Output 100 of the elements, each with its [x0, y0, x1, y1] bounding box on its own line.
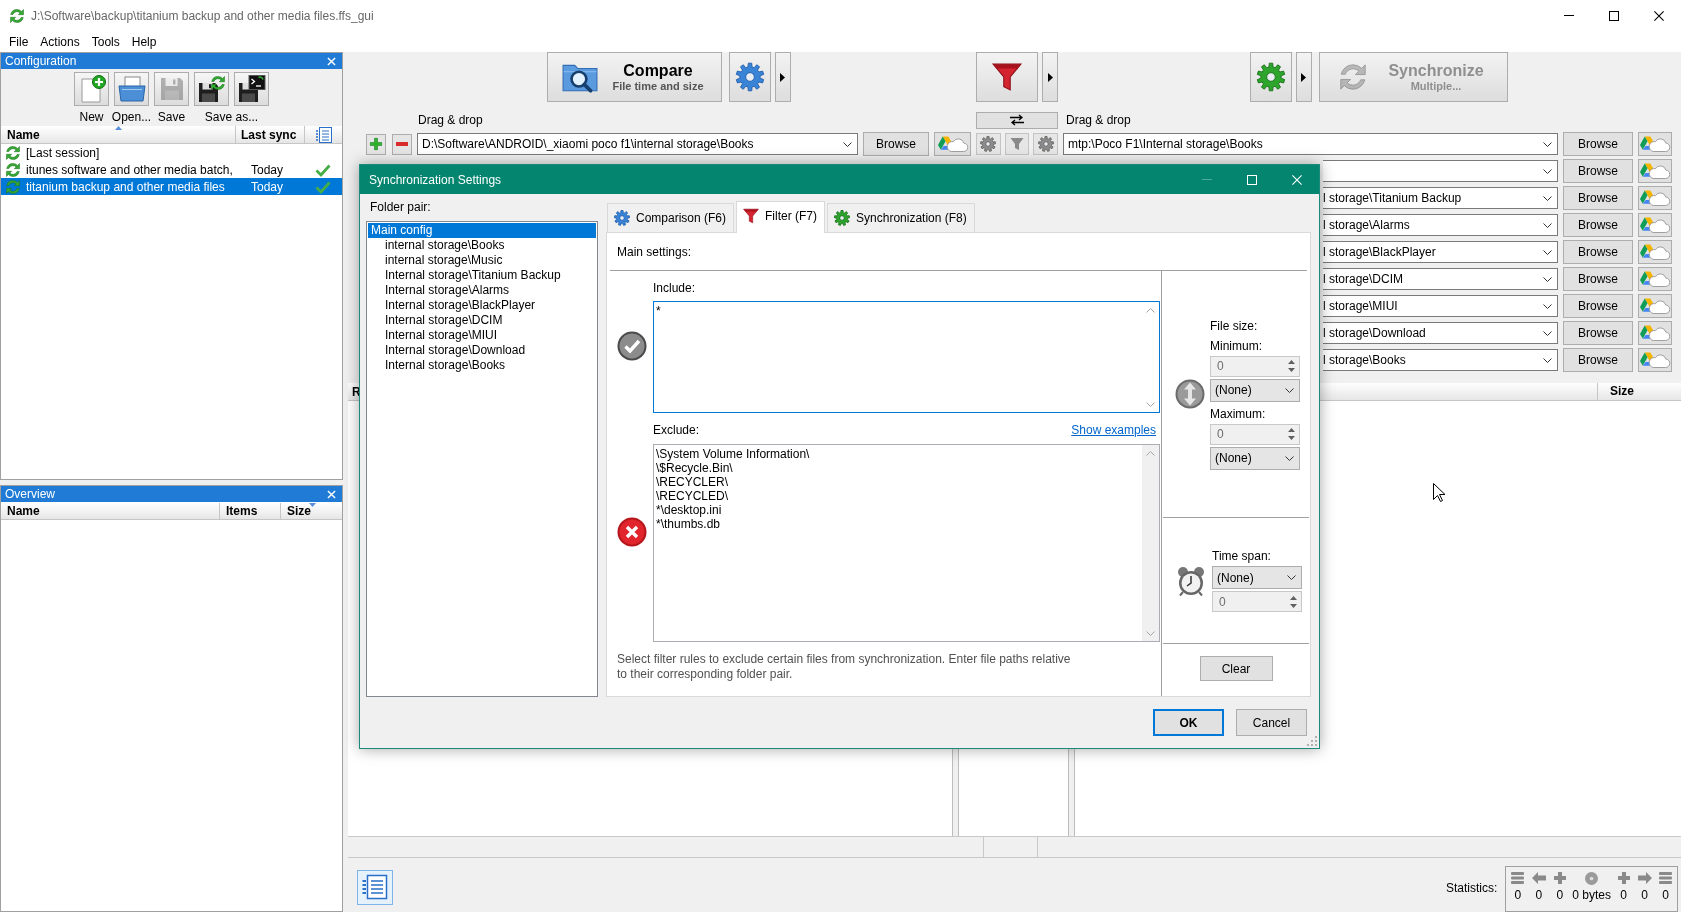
clear-button[interactable]: Clear [1199, 656, 1273, 681]
settings-button[interactable] [1033, 133, 1058, 155]
browse-button[interactable]: Browse [1563, 159, 1633, 183]
cloud-button[interactable] [1638, 186, 1672, 210]
browse-button[interactable]: Browse [863, 132, 929, 156]
compare-button[interactable]: Compare File time and size [546, 52, 722, 102]
folder-pair-item[interactable]: internal storage\Books [382, 238, 596, 253]
column-header[interactable]: Name [1, 126, 236, 143]
path-dropdown[interactable]: l storage\BlackPlayer [1323, 241, 1558, 263]
column-header[interactable]: Size [1597, 383, 1681, 400]
cloud-button[interactable] [1638, 267, 1672, 291]
path-dropdown[interactable]: D:\Software\ANDROID\_xiaomi poco f1\internal storage\Books [417, 133, 858, 155]
path-dropdown[interactable]: l storage\Books [1323, 349, 1558, 371]
alarm-clock-icon [1176, 565, 1206, 596]
toolbar-button[interactable] [194, 72, 229, 106]
view-button[interactable] [357, 869, 393, 905]
statistic-value: 0 [1641, 888, 1648, 903]
tab[interactable]: Filter (F7) [736, 201, 826, 233]
cloud-button[interactable] [1638, 132, 1672, 156]
browse-button[interactable]: Browse [1563, 348, 1633, 372]
settings-button[interactable] [1249, 52, 1292, 102]
statistics-label: Statistics: [1445, 881, 1498, 895]
column-header[interactable]: Size [281, 503, 342, 519]
cloud-button[interactable] [1638, 321, 1672, 345]
column-header[interactable]: Name [1, 503, 220, 519]
close-icon [327, 489, 336, 499]
swap-sides-button[interactable] [976, 111, 1058, 129]
path-dropdown[interactable]: mtp:\Poco F1\Internal storage\Books [1063, 133, 1558, 155]
path-dropdown[interactable]: l storage\MIUI [1323, 295, 1558, 317]
column-header[interactable]: Last sync [236, 126, 305, 143]
browse-button[interactable]: Browse [1563, 267, 1633, 291]
folder-pair-item[interactable]: Internal storage\Titanium Backup [382, 268, 596, 283]
cloud-button[interactable] [1638, 294, 1672, 318]
dropdown-button[interactable] [1042, 52, 1058, 102]
unit-dropdown[interactable]: (None) [1210, 446, 1300, 470]
cloud-icon [1640, 351, 1670, 369]
toolbar-label: Open... [111, 110, 152, 125]
cloud-icon [1640, 243, 1670, 261]
drag-drop-label: Drag & drop [1065, 113, 1132, 127]
dialog-button[interactable]: OK [1153, 709, 1224, 736]
folder-pair-item[interactable]: Internal storage\Download [382, 343, 596, 358]
minimum-label: Minimum: [1210, 338, 1263, 354]
close-button[interactable] [326, 488, 337, 500]
cloud-button[interactable] [1638, 240, 1672, 264]
config-list-item[interactable]: titanium backup and other media files Today [1, 178, 342, 195]
folder-pair-item[interactable]: Internal storage\DCIM [382, 313, 596, 328]
menu-item[interactable]: Help [125, 34, 163, 49]
folder-pair-item[interactable]: internal storage\Music [382, 253, 596, 268]
folder-pair-item[interactable]: Internal storage\BlackPlayer [382, 298, 596, 313]
menu-item[interactable]: Tools [85, 34, 126, 49]
menu-item[interactable]: File [3, 34, 35, 49]
browse-button[interactable]: Browse [1563, 294, 1633, 318]
settings-button[interactable] [728, 52, 771, 102]
chevron-up-icon [1146, 308, 1155, 313]
add-button[interactable] [366, 133, 386, 155]
config-list-item[interactable]: [Last session] [1, 144, 342, 161]
dialog-button[interactable]: Cancel [1236, 709, 1307, 736]
close-icon [1291, 174, 1302, 185]
browse-button[interactable]: Browse [1563, 132, 1633, 156]
vertical-scrollbar[interactable] [1142, 445, 1159, 641]
folder-pair-item[interactable]: Main config [368, 223, 596, 238]
time-span-dropdown[interactable]: (None) [1212, 566, 1302, 589]
spin-up-icon [1290, 595, 1297, 600]
browse-button[interactable]: Browse [1563, 240, 1633, 264]
path-dropdown[interactable]: l storage\Titanium Backup [1323, 187, 1558, 209]
cloud-button[interactable] [1638, 213, 1672, 237]
cloud-button[interactable] [1638, 348, 1672, 372]
show-examples-link[interactable]: Show examples [1071, 423, 1156, 437]
remove-button[interactable] [392, 133, 412, 155]
cloud-icon [1640, 297, 1670, 315]
exclude-field[interactable]: \System Volume Information\ \$Recycle.Bin\ \RECYCLER\ \RECYCLED\ *\desktop.ini *\thumbs.db [653, 444, 1160, 642]
folder-pair-item[interactable]: Internal storage\Alarms [382, 283, 596, 298]
include-field[interactable]: * [653, 301, 1160, 413]
filter-rule: \$Recycle.Bin\ [656, 461, 734, 475]
folder-pair-item[interactable]: Internal storage\MIUI [382, 328, 596, 343]
path-dropdown[interactable]: l storage\Download [1323, 322, 1558, 344]
unit-dropdown[interactable]: (None) [1210, 378, 1300, 402]
close-button[interactable] [326, 55, 337, 67]
path-dropdown[interactable]: l storage\Alarms [1323, 214, 1558, 236]
tab[interactable]: Synchronization (F8) [827, 203, 975, 232]
dropdown-button[interactable] [774, 52, 791, 102]
browse-button[interactable]: Browse [1563, 213, 1633, 237]
filter-button[interactable] [976, 52, 1039, 102]
path-dropdown[interactable] [1323, 160, 1558, 182]
browse-button[interactable]: Browse [1563, 321, 1633, 345]
column-header[interactable]: Items [220, 503, 281, 519]
toolbar-label: New [79, 110, 104, 125]
browse-button[interactable]: Browse [1563, 186, 1633, 210]
folder-pair-item[interactable]: Internal storage\Books [382, 358, 596, 373]
sync-arrows-icon [5, 161, 21, 178]
tab[interactable]: Comparison (F6) [607, 203, 735, 232]
config-list-item[interactable]: itunes software and other media batch, Today [1, 161, 342, 178]
floppy-disk-arrows-icon [197, 75, 226, 103]
settings-button[interactable] [976, 133, 1001, 155]
cloud-button[interactable] [934, 132, 971, 156]
cloud-button[interactable] [1638, 159, 1672, 183]
toolbar-button[interactable] [234, 72, 269, 106]
path-dropdown[interactable]: l storage\DCIM [1323, 268, 1558, 290]
dropdown-button[interactable] [1295, 52, 1312, 102]
menu-item[interactable]: Actions [34, 34, 86, 49]
